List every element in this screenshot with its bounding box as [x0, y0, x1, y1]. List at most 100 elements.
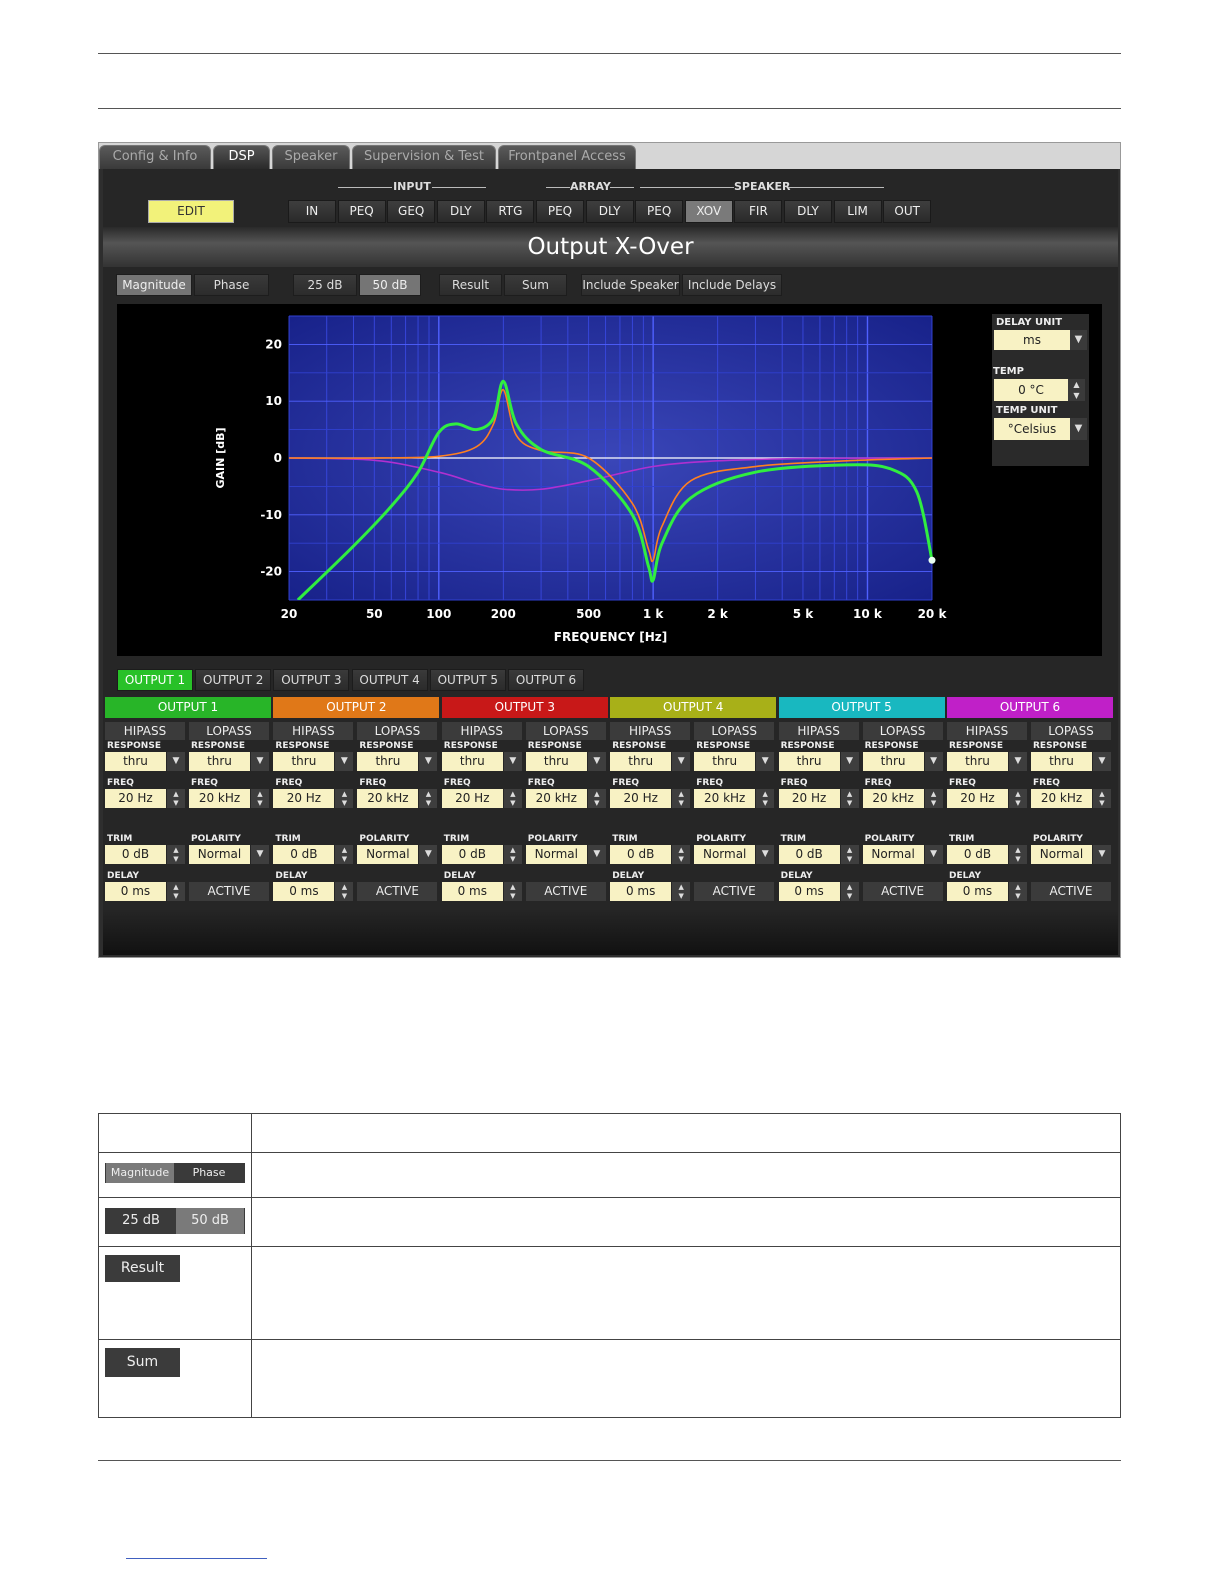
lp-response-select[interactable]: thru [525, 752, 587, 771]
trim-field[interactable]: 0 dB [778, 845, 840, 864]
active-button[interactable]: ACTIVE [694, 882, 775, 901]
trim-field[interactable]: 0 dB [947, 845, 1008, 864]
spinner-icon[interactable]: ▲ ▼ [335, 882, 354, 901]
spinner-icon[interactable]: ▲ ▼ [419, 789, 438, 808]
tab-config-info[interactable]: Config & Info [99, 145, 211, 169]
lp-response-select[interactable]: thru [189, 752, 250, 771]
hp-freq-field[interactable]: 20 Hz [778, 789, 840, 808]
output-tab-5[interactable]: OUTPUT 5 [429, 669, 506, 691]
output-tab-2[interactable]: OUTPUT 2 [195, 669, 272, 691]
chevron-down-icon[interactable]: ▼ [924, 845, 943, 864]
active-button[interactable]: ACTIVE [1031, 882, 1111, 901]
delay-field[interactable]: 0 ms [610, 882, 672, 901]
spinner-icon[interactable]: ▲ ▼ [840, 882, 859, 901]
lp-freq-field[interactable]: 20 kHz [189, 789, 250, 808]
spinner-icon[interactable]: ▲ ▼ [672, 845, 691, 864]
chain-peq-7[interactable]: PEQ [635, 200, 684, 223]
tab-supervision-test[interactable]: Supervision & Test [352, 145, 496, 169]
spinner-icon[interactable]: ▲ ▼ [503, 882, 522, 901]
chevron-down-icon[interactable]: ▼ [503, 752, 522, 771]
lp-response-select[interactable]: thru [1031, 752, 1092, 771]
spinner-icon[interactable]: ▲ ▼ [167, 845, 185, 864]
chevron-down-icon[interactable]: ▼ [756, 845, 775, 864]
delay-field[interactable]: 0 ms [105, 882, 166, 901]
lp-freq-field[interactable]: 20 kHz [862, 789, 924, 808]
spinner-icon[interactable]: ▲ ▼ [587, 789, 606, 808]
spinner-icon[interactable]: ▲ ▼ [756, 789, 775, 808]
output-tab-6[interactable]: OUTPUT 6 [508, 669, 584, 691]
chain-peq-5[interactable]: PEQ [536, 200, 584, 223]
spinner-icon[interactable]: ▲ ▼ [1009, 789, 1027, 808]
polarity-select[interactable]: Normal [1031, 845, 1092, 864]
edit-button[interactable]: EDIT [148, 200, 234, 223]
tab-dsp[interactable]: DSP [213, 145, 270, 169]
polarity-select[interactable]: Normal [525, 845, 587, 864]
hp-response-select[interactable]: thru [610, 752, 672, 771]
chevron-down-icon[interactable]: ▼ [840, 752, 859, 771]
trim-field[interactable]: 0 dB [105, 845, 166, 864]
chevron-down-icon[interactable]: ▼ [756, 752, 775, 771]
chevron-down-icon[interactable]: ▼ [672, 752, 691, 771]
polarity-select[interactable]: Normal [357, 845, 419, 864]
spinner-icon[interactable]: ▲ ▼ [503, 789, 522, 808]
active-button[interactable]: ACTIVE [525, 882, 606, 901]
chevron-down-icon[interactable]: ▼ [1093, 845, 1111, 864]
range-25db-button[interactable]: 25 dB [293, 274, 357, 296]
chain-dly-10[interactable]: DLY [784, 200, 832, 223]
lp-freq-field[interactable]: 20 kHz [525, 789, 587, 808]
active-button[interactable]: ACTIVE [189, 882, 269, 901]
chain-dly-6[interactable]: DLY [585, 200, 634, 223]
polarity-select[interactable]: Normal [189, 845, 250, 864]
chevron-down-icon[interactable]: ▼ [419, 845, 438, 864]
curve-handle[interactable] [928, 556, 936, 564]
hp-response-select[interactable]: thru [441, 752, 503, 771]
lp-response-select[interactable]: thru [357, 752, 419, 771]
chain-dly-3[interactable]: DLY [436, 200, 485, 223]
chevron-down-icon[interactable]: ▼ [419, 752, 438, 771]
active-button[interactable]: ACTIVE [357, 882, 438, 901]
hp-freq-field[interactable]: 20 Hz [273, 789, 335, 808]
chain-fir-9[interactable]: FIR [734, 200, 783, 223]
lp-freq-field[interactable]: 20 kHz [694, 789, 756, 808]
spinner-icon[interactable]: ▲ ▼ [840, 789, 859, 808]
hp-freq-field[interactable]: 20 Hz [947, 789, 1008, 808]
spinner-icon[interactable]: ▲ ▼ [251, 789, 269, 808]
chevron-down-icon[interactable]: ▼ [1093, 752, 1111, 771]
chevron-down-icon[interactable]: ▼ [1009, 752, 1027, 771]
hp-freq-field[interactable]: 20 Hz [105, 789, 166, 808]
polarity-select[interactable]: Normal [862, 845, 924, 864]
hp-response-select[interactable]: thru [273, 752, 335, 771]
delay-unit-select[interactable]: ms [994, 330, 1070, 350]
spinner-icon[interactable]: ▲ ▼ [1093, 789, 1111, 808]
output-tab-3[interactable]: OUTPUT 3 [273, 669, 350, 691]
chain-xov-8[interactable]: XOV [684, 200, 733, 223]
chain-out-12[interactable]: OUT [883, 200, 932, 223]
chevron-down-icon[interactable]: ▼ [924, 752, 943, 771]
result-button[interactable]: Result [439, 274, 502, 296]
include-delays-button[interactable]: Include Delays [682, 274, 782, 296]
spinner-icon[interactable]: ▲ ▼ [1009, 882, 1027, 901]
chevron-down-icon[interactable]: ▼ [335, 752, 354, 771]
tab-speaker[interactable]: Speaker [272, 145, 350, 169]
output-tab-1[interactable]: OUTPUT 1 [117, 669, 193, 691]
sum-button[interactable]: Sum [504, 274, 567, 296]
delay-field[interactable]: 0 ms [441, 882, 503, 901]
active-button[interactable]: ACTIVE [862, 882, 943, 901]
output-tab-4[interactable]: OUTPUT 4 [351, 669, 428, 691]
spinner-icon[interactable]: ▲ ▼ [672, 882, 691, 901]
phase-button[interactable]: Phase [194, 274, 269, 296]
temp-field[interactable]: 0 °C [994, 379, 1068, 401]
chevron-down-icon[interactable]: ▼ [587, 752, 606, 771]
hp-freq-field[interactable]: 20 Hz [441, 789, 503, 808]
hp-response-select[interactable]: thru [105, 752, 166, 771]
chain-lim-11[interactable]: LIM [833, 200, 882, 223]
spinner-icon[interactable]: ▲ ▼ [167, 882, 185, 901]
trim-field[interactable]: 0 dB [441, 845, 503, 864]
spinner-icon[interactable]: ▲ ▼ [335, 789, 354, 808]
delay-field[interactable]: 0 ms [778, 882, 840, 901]
trim-field[interactable]: 0 dB [273, 845, 335, 864]
chevron-down-icon[interactable]: ▼ [167, 752, 185, 771]
polarity-select[interactable]: Normal [694, 845, 756, 864]
spinner-icon[interactable]: ▲ ▼ [924, 789, 943, 808]
delay-field[interactable]: 0 ms [273, 882, 335, 901]
